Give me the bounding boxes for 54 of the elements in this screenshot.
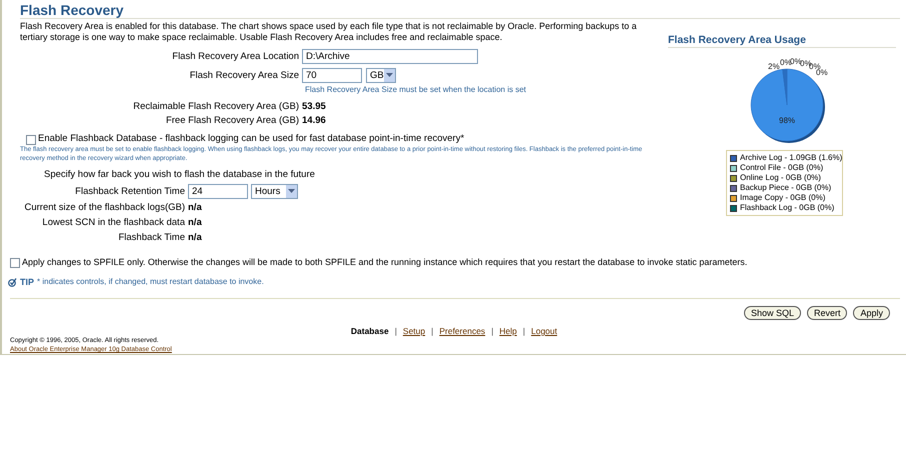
- legend-label: Archive Log - 1.09GB (1.6%): [740, 153, 842, 163]
- footer-link[interactable]: Preferences: [439, 325, 486, 337]
- legend-label: Control File - 0GB (0%): [740, 163, 824, 173]
- location-field[interactable]: D:\Archive: [302, 49, 478, 64]
- retention-field[interactable]: 24: [188, 184, 248, 199]
- field-label: Flashback Retention Time: [74, 186, 186, 198]
- legend-label: Image Copy - 0GB (0%): [740, 193, 826, 203]
- legend-label: Online Log - 0GB (0%): [740, 173, 821, 183]
- retention-instruction: Specify how far back you wish to flash the database in the future: [44, 169, 316, 181]
- slice-label: 98%: [779, 116, 796, 125]
- action-button[interactable]: Show SQL: [744, 306, 801, 320]
- tip-text: * indicates controls, if changed, must restart database to invoke.: [37, 276, 264, 288]
- action-button[interactable]: Apply: [853, 306, 890, 320]
- slice-label: 2%: [768, 62, 780, 71]
- size-field[interactable]: 70: [302, 68, 362, 83]
- stat-value: n/a: [188, 232, 202, 244]
- stat-value: 14.96: [302, 115, 326, 127]
- unit-dropdown[interactable]: GB: [366, 68, 396, 83]
- tip-check-icon: [8, 278, 17, 286]
- intro-text: Flash Recovery Area is enabled for this database. The chart shows space used by each file type that is not reclaimable by Oracle. Performing backups to a tertiary storage is one way to make space reclaimable. Usable Flash Recovery Area includes free and reclaimable space.: [20, 21, 638, 43]
- checkbox[interactable]: [10, 258, 20, 268]
- slice-label: 0%: [809, 62, 821, 71]
- footer-link[interactable]: Setup: [402, 325, 426, 337]
- unit-dropdown[interactable]: Hours: [251, 184, 298, 199]
- stat-value: n/a: [188, 202, 202, 214]
- legend-label: Flashback Log - 0GB (0%): [740, 203, 834, 213]
- legend-label: Backup Piece - 0GB (0%): [740, 183, 832, 193]
- link-separator: |: [522, 325, 526, 337]
- flashback-label: Enable Flashback Database - flashback logging can be used for fast database point-in-time recovery*: [38, 133, 464, 145]
- field-label: Flash Recovery Area Size: [188, 70, 300, 82]
- usage-title: Flash Recovery Area Usage: [668, 34, 896, 48]
- footer-link[interactable]: Help: [499, 325, 517, 337]
- link-separator: |: [491, 325, 494, 337]
- dropdown-caret-icon: [384, 69, 395, 82]
- link-separator: |: [431, 325, 434, 337]
- checkbox[interactable]: [26, 135, 36, 145]
- field-label: Reclaimable Flash Recovery Area (GB): [132, 101, 300, 113]
- link-separator: |: [394, 325, 397, 337]
- spfile-label: Apply changes to SPFILE only. Otherwise the changes will be made to both SPFILE and the running instance which requires that you restart the database to invoke static parameters.: [22, 256, 748, 268]
- slice-label: 0%: [816, 68, 828, 77]
- stat-value: 53.95: [302, 101, 326, 113]
- field-label: Flashback Time: [117, 232, 186, 244]
- field-label: Flash Recovery Area Location: [171, 50, 300, 62]
- field-label: Free Flash Recovery Area (GB): [164, 115, 300, 127]
- action-button[interactable]: Revert: [806, 306, 848, 320]
- field-label: Current size of the flashback logs(GB): [23, 202, 186, 214]
- tip-label: TIP: [20, 276, 34, 288]
- size-hint: Flash Recovery Area Size must be set when the location is set: [305, 84, 527, 96]
- stat-value: n/a: [188, 217, 202, 229]
- footer-link[interactable]: Logout: [531, 325, 558, 337]
- page-title: Flash Recovery: [20, 0, 900, 19]
- footer-link[interactable]: Database: [350, 325, 389, 337]
- dropdown-caret-icon: [286, 185, 297, 198]
- field-label: Lowest SCN in the flashback data: [41, 217, 186, 229]
